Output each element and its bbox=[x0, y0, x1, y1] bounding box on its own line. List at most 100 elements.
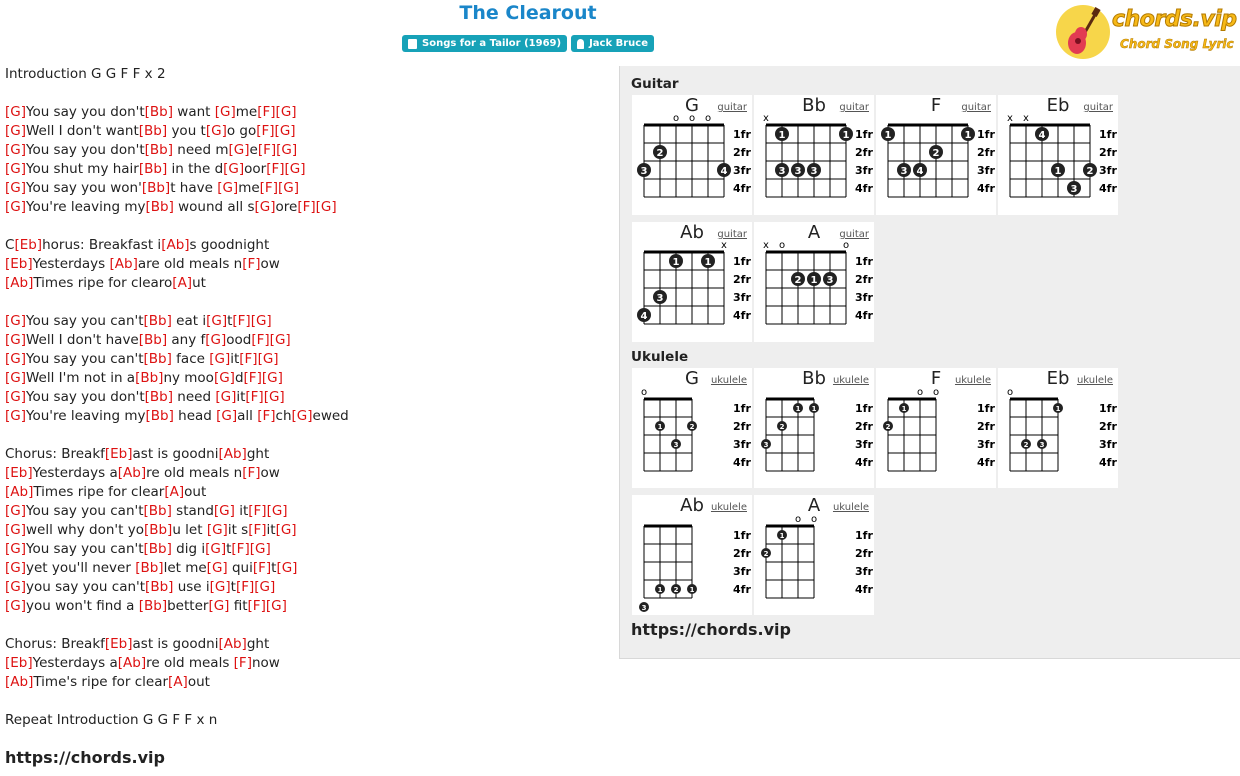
chord-link[interactable]: [G] bbox=[207, 522, 228, 538]
chord-link[interactable]: [G] bbox=[266, 598, 287, 614]
chord-link[interactable]: [F] bbox=[242, 256, 260, 272]
chord-link[interactable]: [F] bbox=[232, 313, 250, 329]
guitar-chord-link[interactable]: guitar bbox=[1083, 102, 1113, 113]
guitar-chord-card-a[interactable]: 1fr 2fr 3fr 4fr x o o 2 1 3 Aguitar bbox=[754, 222, 874, 342]
chord-link[interactable]: [Bb] bbox=[135, 370, 163, 386]
chord-link[interactable]: [G] bbox=[5, 503, 26, 519]
chord-link[interactable]: [G] bbox=[5, 579, 26, 595]
chord-link[interactable]: [F] bbox=[234, 655, 252, 671]
chord-link[interactable]: [F] bbox=[251, 332, 269, 348]
chord-link[interactable]: [G] bbox=[5, 541, 26, 557]
chord-link[interactable]: [F] bbox=[248, 503, 266, 519]
chord-link[interactable]: [G] bbox=[5, 560, 26, 576]
chord-link[interactable]: [Bb] bbox=[135, 560, 163, 576]
chord-link[interactable]: [Ab] bbox=[118, 465, 146, 481]
chord-link[interactable]: [G] bbox=[285, 161, 306, 177]
chord-link[interactable]: [G] bbox=[292, 408, 313, 424]
chord-link[interactable]: [Bb] bbox=[142, 180, 170, 196]
chord-link[interactable]: [Ab] bbox=[218, 636, 246, 652]
chord-link[interactable]: [G] bbox=[276, 104, 297, 120]
chord-link[interactable]: [Bb] bbox=[145, 408, 173, 424]
chord-link[interactable]: [G] bbox=[267, 503, 288, 519]
chord-link[interactable]: [Bb] bbox=[145, 579, 173, 595]
chord-link[interactable]: [G] bbox=[5, 332, 26, 348]
chord-link[interactable]: [G] bbox=[270, 332, 291, 348]
guitar-chord-link[interactable]: guitar bbox=[717, 102, 747, 113]
ukulele-chord-card-ab[interactable]: 1fr 2fr 3fr 4fr 3 1 2 1 Ab ukulele bbox=[632, 495, 752, 615]
chord-link[interactable]: [G] bbox=[5, 104, 26, 120]
chord-link[interactable]: [G] bbox=[5, 123, 26, 139]
chord-link[interactable]: [F] bbox=[257, 408, 275, 424]
chord-link[interactable]: [G] bbox=[5, 408, 26, 424]
chord-link[interactable]: [G] bbox=[215, 104, 236, 120]
chord-link[interactable]: [Ab] bbox=[110, 256, 138, 272]
chord-link[interactable]: [G] bbox=[5, 522, 26, 538]
chord-link[interactable]: [G] bbox=[255, 199, 276, 215]
guitar-chord-card-eb[interactable]: 1fr 2fr 3fr 4fr x x 4 1 3 2 Eb guitar bbox=[998, 95, 1118, 215]
ukulele-chord-link[interactable]: ukulele bbox=[833, 502, 869, 513]
chord-link[interactable]: [G] bbox=[229, 142, 250, 158]
chord-link[interactable]: [G] bbox=[250, 541, 271, 557]
chord-link[interactable]: [G] bbox=[223, 161, 244, 177]
guitar-chord-card-f[interactable]: 1fr 2fr 3fr 4fr 1 1 3 4 2 Fguitar bbox=[876, 95, 996, 215]
ukulele-chord-link[interactable]: ukulele bbox=[833, 375, 869, 386]
ukulele-chord-link[interactable]: ukulele bbox=[955, 375, 991, 386]
chord-link[interactable]: [Ab] bbox=[5, 674, 33, 690]
chord-link[interactable]: [Bb] bbox=[145, 389, 173, 405]
chord-link[interactable]: [F] bbox=[244, 370, 262, 386]
chord-link[interactable]: [Bb] bbox=[139, 332, 167, 348]
chord-link[interactable]: [Bb] bbox=[144, 351, 172, 367]
chord-link[interactable]: [G] bbox=[205, 332, 226, 348]
chord-link[interactable]: [F] bbox=[266, 161, 284, 177]
chord-link[interactable]: [F] bbox=[258, 142, 276, 158]
chord-link[interactable]: [G] bbox=[214, 503, 235, 519]
chord-link[interactable]: [G] bbox=[5, 389, 26, 405]
chord-link[interactable]: [G] bbox=[275, 123, 296, 139]
chord-link[interactable]: [F] bbox=[260, 180, 278, 196]
chord-link[interactable]: [Bb] bbox=[139, 598, 167, 614]
chord-link[interactable]: [A] bbox=[172, 275, 192, 291]
chord-link[interactable]: [A] bbox=[164, 484, 184, 500]
chord-link[interactable]: [Ab] bbox=[5, 484, 33, 500]
chord-link[interactable]: [F] bbox=[297, 199, 315, 215]
chord-link[interactable]: [F] bbox=[257, 104, 275, 120]
guitar-chord-link[interactable]: guitar bbox=[839, 102, 869, 113]
chord-link[interactable]: [G] bbox=[216, 408, 237, 424]
chord-link[interactable]: [Bb] bbox=[139, 123, 167, 139]
chord-link[interactable]: [G] bbox=[205, 541, 226, 557]
ukulele-chord-card-a[interactable]: 1fr 2fr 3fr 4fr o o 2 1 Aukulele bbox=[754, 495, 874, 615]
chord-link[interactable]: [G] bbox=[207, 560, 228, 576]
chord-link[interactable]: [G] bbox=[5, 598, 26, 614]
chord-link[interactable]: [Eb] bbox=[5, 655, 33, 671]
chord-link[interactable]: [Bb] bbox=[145, 104, 173, 120]
chord-link[interactable]: [Ab] bbox=[5, 275, 33, 291]
chord-link[interactable]: [G] bbox=[209, 351, 230, 367]
chord-link[interactable]: [G] bbox=[214, 370, 235, 386]
site-url-footer[interactable]: https://chords.vip bbox=[5, 748, 165, 767]
chord-link[interactable]: [G] bbox=[278, 180, 299, 196]
chord-link[interactable]: [Bb] bbox=[144, 313, 172, 329]
ukulele-chord-link[interactable]: ukulele bbox=[711, 502, 747, 513]
chord-link[interactable]: [G] bbox=[5, 199, 26, 215]
chord-link[interactable]: [Ab] bbox=[161, 237, 189, 253]
chord-link[interactable]: [G] bbox=[316, 199, 337, 215]
ukulele-chord-card-eb[interactable]: 1fr 2fr 3fr 4fr o 2 3 1 Eb ukulele bbox=[998, 368, 1118, 488]
chord-link[interactable]: [Eb] bbox=[105, 446, 133, 462]
chord-link[interactable]: [G] bbox=[210, 579, 231, 595]
chord-link[interactable]: [Bb] bbox=[145, 199, 173, 215]
chord-link[interactable]: [G] bbox=[5, 142, 26, 158]
album-badge[interactable]: Songs for a Tailor (1969) bbox=[402, 35, 568, 52]
chord-link[interactable]: [A] bbox=[168, 674, 188, 690]
chord-link[interactable]: [Ab] bbox=[218, 446, 246, 462]
ukulele-chord-card-bb[interactable]: 1fr 2fr 3fr 4fr 3 2 1 1 Bb ukulele bbox=[754, 368, 874, 488]
guitar-chord-card-g[interactable]: 1fr 2fr 3fr 4fr o o o 3 2 4 Gguitar bbox=[632, 95, 752, 215]
guitar-chord-card-ab[interactable]: 1fr 2fr 3fr 4fr x 1 1 4 3 Ab guitar bbox=[632, 222, 752, 342]
chord-link[interactable]: [Eb] bbox=[14, 237, 42, 253]
chord-link[interactable]: [G] bbox=[5, 161, 26, 177]
chord-link[interactable]: [Bb] bbox=[144, 541, 172, 557]
guitar-chord-link[interactable]: guitar bbox=[839, 229, 869, 240]
chord-link[interactable]: [G] bbox=[5, 313, 26, 329]
chord-link[interactable]: [Eb] bbox=[105, 636, 133, 652]
chord-link[interactable]: [F] bbox=[245, 389, 263, 405]
guitar-chord-card-bb[interactable]: 1fr 2fr 3fr 4fr x 1 1 3 3 3 Bb guitar bbox=[754, 95, 874, 215]
